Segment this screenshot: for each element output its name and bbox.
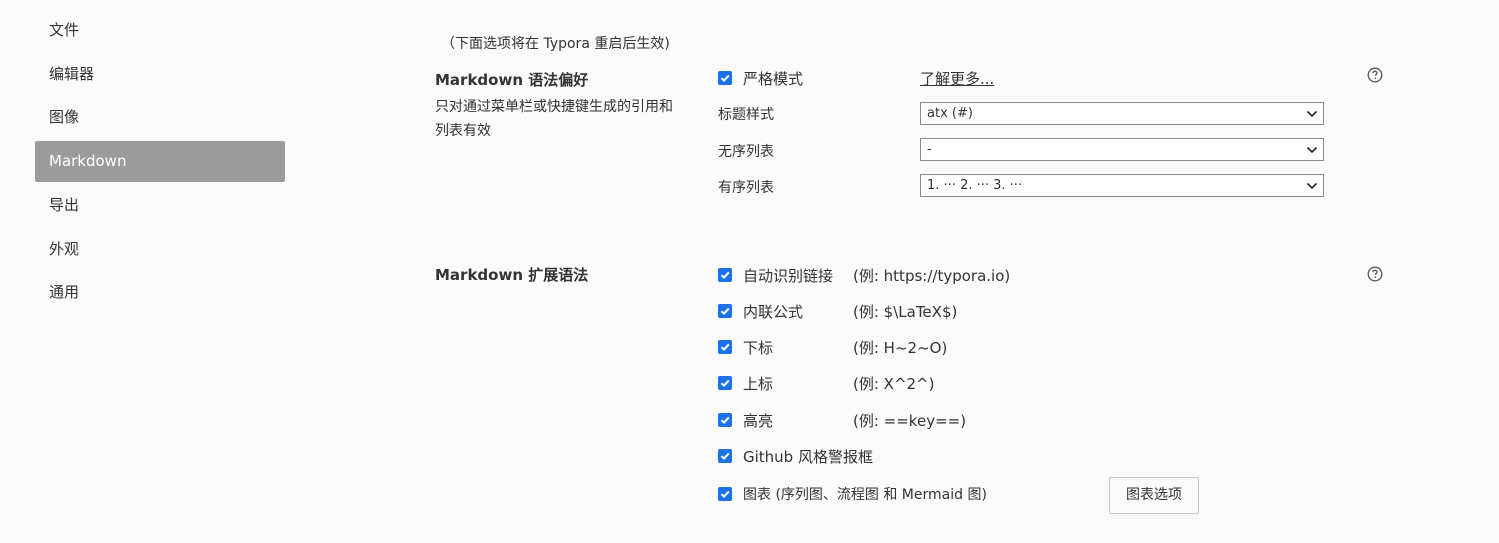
ordered-list-label: 有序列表: [718, 180, 774, 196]
autolink-row[interactable]: 自动识别链接: [718, 265, 833, 285]
superscript-checkbox[interactable]: [718, 376, 732, 390]
inline-math-example: (例: $\LaTeX$): [853, 303, 958, 321]
highlight-label: 高亮: [743, 411, 774, 430]
unordered-list-select[interactable]: -: [920, 138, 1324, 161]
autolink-example: (例: https://typora.io): [853, 267, 1011, 285]
restart-note: （下面选项将在 Typora 重启后生效): [441, 36, 670, 52]
unordered-list-value: -: [927, 142, 932, 157]
subscript-checkbox[interactable]: [718, 340, 732, 354]
syntax-section-title: Markdown 语法偏好: [435, 71, 589, 89]
ordered-list-select[interactable]: 1. ··· 2. ··· 3. ···: [920, 174, 1324, 197]
superscript-label: 上标: [743, 374, 774, 393]
superscript-example: (例: X^2^): [853, 375, 935, 393]
strict-mode-row[interactable]: 严格模式: [718, 68, 803, 88]
sidebar-item-image[interactable]: 图像: [35, 97, 285, 138]
github-alerts-row[interactable]: Github 风格警报框: [718, 446, 873, 466]
sidebar: 文件 编辑器 图像 Markdown 导出 外观 通用: [0, 0, 300, 543]
syntax-section-description: 只对通过菜单栏或快捷键生成的引用和列表有效: [435, 99, 673, 139]
chevron-down-icon: [1306, 182, 1318, 190]
diagrams-label: 图表 (序列图、流程图 和 Mermaid 图): [743, 487, 987, 503]
diagrams-checkbox[interactable]: [718, 487, 732, 501]
help-icon[interactable]: [1367, 67, 1383, 83]
checkmark-icon: [720, 307, 730, 316]
inline-math-row[interactable]: 内联公式: [718, 301, 803, 321]
diagram-options-button[interactable]: 图表选项: [1109, 477, 1199, 514]
ordered-list-value: 1. ··· 2. ··· 3. ···: [927, 178, 1023, 193]
sidebar-item-export[interactable]: 导出: [35, 185, 285, 226]
highlight-example: (例: ==key==): [853, 412, 967, 430]
checkmark-icon: [720, 490, 730, 499]
checkmark-icon: [720, 416, 730, 425]
subscript-example: (例: H~2~O): [853, 339, 948, 357]
checkmark-icon: [720, 271, 730, 280]
learn-more-link[interactable]: 了解更多...: [920, 68, 994, 89]
github-alerts-checkbox[interactable]: [718, 449, 732, 463]
autolink-label: 自动识别链接: [743, 266, 834, 285]
sidebar-item-file[interactable]: 文件: [35, 10, 285, 51]
superscript-row[interactable]: 上标: [718, 373, 773, 393]
extensions-section-title: Markdown 扩展语法: [435, 266, 589, 284]
checkmark-icon: [720, 452, 730, 461]
sidebar-item-general[interactable]: 通用: [35, 272, 285, 313]
checkmark-icon: [720, 74, 730, 83]
github-alerts-label: Github 风格警报框: [743, 447, 873, 466]
help-icon[interactable]: [1367, 266, 1383, 282]
inline-math-label: 内联公式: [743, 302, 804, 321]
diagrams-row[interactable]: 图表 (序列图、流程图 和 Mermaid 图): [718, 484, 987, 504]
sidebar-item-appearance[interactable]: 外观: [35, 229, 285, 270]
chevron-down-icon: [1306, 110, 1318, 118]
highlight-row[interactable]: 高亮: [718, 410, 773, 430]
highlight-checkbox[interactable]: [718, 413, 732, 427]
unordered-list-label: 无序列表: [718, 144, 774, 160]
chevron-down-icon: [1306, 146, 1318, 154]
sidebar-item-editor[interactable]: 编辑器: [35, 54, 285, 95]
strict-mode-label: 严格模式: [743, 69, 804, 88]
autolink-checkbox[interactable]: [718, 268, 732, 282]
heading-style-value: atx (#): [927, 106, 973, 121]
subscript-row[interactable]: 下标: [718, 337, 773, 357]
checkmark-icon: [720, 343, 730, 352]
checkmark-icon: [720, 379, 730, 388]
inline-math-checkbox[interactable]: [718, 304, 732, 318]
strict-mode-checkbox[interactable]: [718, 71, 732, 85]
subscript-label: 下标: [743, 338, 774, 357]
heading-style-label: 标题样式: [718, 107, 774, 123]
sidebar-item-markdown[interactable]: Markdown: [35, 141, 285, 182]
heading-style-select[interactable]: atx (#): [920, 102, 1324, 125]
